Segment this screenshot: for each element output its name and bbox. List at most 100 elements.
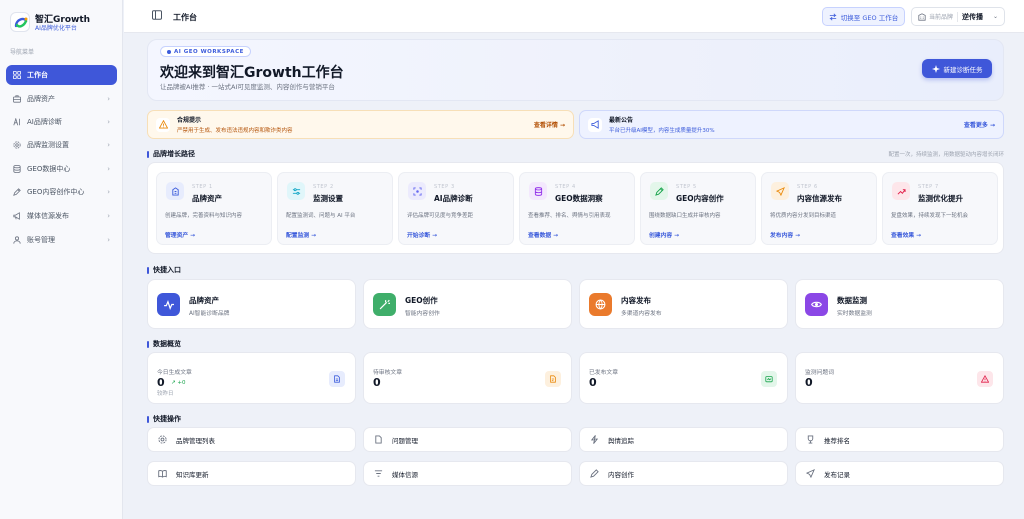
- notice-title: 最新公告: [609, 117, 634, 124]
- pen-icon: [650, 182, 668, 200]
- quick-action-button[interactable]: 舆情追踪: [579, 427, 788, 452]
- sidebar-item-geo-data[interactable]: GEO数据中心 ›: [6, 159, 117, 179]
- building-icon: [166, 182, 184, 200]
- sidebar-item-label: GEO数据中心: [27, 165, 71, 173]
- stat-value: 0: [805, 376, 813, 389]
- hero-tag: AI GEO WORKSPACE: [160, 46, 251, 57]
- announcement-notice: 最新公告平台已升级AI模型，内容生成质量提升30% 查看更多 →: [579, 110, 1004, 139]
- stat-value: 0: [373, 376, 381, 389]
- sidebar-item-label: 品牌资产: [27, 95, 55, 103]
- step-link[interactable]: 管理资产 →: [165, 230, 195, 239]
- quick-entry-card[interactable]: 内容发布 多渠道内容发布: [579, 279, 788, 329]
- briefcase-icon: [13, 95, 21, 103]
- quick-entry-desc: 智能内容创作: [405, 311, 440, 317]
- step-desc: 复盘效果，持续发现下一轮机会: [891, 213, 969, 219]
- sidebar-item-account[interactable]: 账号管理 ›: [6, 230, 117, 250]
- quick-action-button[interactable]: 内容创作: [579, 461, 788, 486]
- sidebar-item-ai-diagnosis[interactable]: AI品牌诊断 ›: [6, 112, 117, 132]
- step-title: 内容信源发布: [797, 194, 842, 203]
- step-link[interactable]: 配置监测 →: [286, 230, 316, 239]
- hero-subtitle: 让品牌被AI推荐 · 一站式AI可见度监测、内容创作与营销平台: [160, 83, 335, 91]
- growth-step-card[interactable]: STEP 3 AI品牌诊断 评估品牌可见度与竞争差距 开始诊断 →: [398, 172, 514, 245]
- chevron-right-icon: ›: [107, 141, 110, 149]
- megaphone-icon: [13, 212, 20, 220]
- step-desc: 评估品牌可见度与竞争差距: [407, 213, 474, 219]
- sidebar-item-workbench[interactable]: 工作台: [6, 65, 117, 85]
- step-desc: 创建品牌，完善资料与知识内容: [165, 213, 243, 219]
- step-number: STEP 5: [676, 184, 697, 190]
- switch-geo-workspace-button[interactable]: 切换至 GEO 工作台: [822, 7, 905, 26]
- section-title-overview: 数据概览: [147, 339, 181, 349]
- step-link[interactable]: 开始诊断 →: [407, 230, 437, 239]
- send-icon: [771, 182, 789, 200]
- trophy-icon: [807, 435, 814, 444]
- brand-select-value: 逆传播: [957, 11, 983, 22]
- stat-value: 0: [157, 376, 165, 389]
- book-icon: [158, 470, 167, 478]
- step-number: STEP 3: [434, 184, 455, 190]
- step-link[interactable]: 发布内容 →: [770, 230, 800, 239]
- switch-geo-workspace-label: 切换至 GEO 工作台: [840, 13, 899, 22]
- step-number: STEP 7: [918, 184, 939, 190]
- quick-entry-card[interactable]: 数据监测 实时数据监测: [795, 279, 1004, 329]
- growth-step-card[interactable]: STEP 2 监测设置 配置监测词、问题与 AI 平台 配置监测 →: [277, 172, 393, 245]
- file-icon: [375, 435, 382, 444]
- quick-action-button[interactable]: 推荐排名: [795, 427, 1004, 452]
- quick-entry-card[interactable]: 品牌资产 AI智能诊断品牌: [147, 279, 356, 329]
- sidebar-item-geo-content[interactable]: GEO内容创作中心 ›: [6, 182, 117, 202]
- quick-action-button[interactable]: 知识库更新: [147, 461, 356, 486]
- growth-step-card[interactable]: STEP 5 GEO内容创作 围绕数据缺口生成并审核内容 创建内容 →: [640, 172, 756, 245]
- step-link[interactable]: 创建内容 →: [649, 230, 679, 239]
- growth-step-card[interactable]: STEP 6 内容信源发布 将优质内容分发到目标渠道 发布内容 →: [761, 172, 877, 245]
- stat-card: 待审核文章 0: [363, 352, 572, 404]
- chevron-right-icon: ›: [107, 188, 110, 196]
- pending-document-icon: [545, 371, 561, 387]
- step-link[interactable]: 查看数据 →: [528, 230, 558, 239]
- path-note: 配置一次，持续监测，用数据驱动内容增长闭环: [888, 152, 1004, 158]
- quick-action-button[interactable]: 发布记录: [795, 461, 1004, 486]
- switch-icon: [829, 13, 836, 20]
- stat-card: 今日生成文章 0 ↗ +0 较昨日: [147, 352, 356, 404]
- section-title-quick: 快捷入口: [147, 265, 181, 275]
- view-more-link[interactable]: 查看更多 →: [964, 120, 995, 129]
- filter-icon: [374, 470, 383, 477]
- sidebar-item-label: GEO内容创作中心: [27, 188, 85, 196]
- pen-icon: [13, 188, 21, 196]
- view-details-link[interactable]: 查看详情 →: [534, 120, 565, 129]
- sidebar-item-monitor-settings[interactable]: 品牌监测设置 ›: [6, 135, 117, 155]
- quick-action-label: 发布记录: [824, 470, 850, 479]
- section-title-label: 品牌增长路径: [153, 150, 195, 158]
- sidebar-toggle-icon[interactable]: [152, 10, 162, 20]
- globe-icon: [589, 293, 612, 316]
- new-diagnosis-button[interactable]: 新建诊断任务: [922, 59, 992, 78]
- compliance-notice: 合规提示 严禁用于生成、发布违法违规内容和欺诈类内容 查看详情 →: [147, 110, 574, 139]
- step-title: 监测设置: [313, 194, 343, 203]
- quick-action-label: 媒体信源: [392, 470, 418, 479]
- sidebar-item-brand-assets[interactable]: 品牌资产 ›: [6, 89, 117, 109]
- quick-entry-card[interactable]: GEO创作 智能内容创作: [363, 279, 572, 329]
- section-title-label: 快捷入口: [153, 266, 181, 274]
- growth-step-card[interactable]: STEP 1 品牌资产 创建品牌，完善资料与知识内容 管理资产 →: [156, 172, 272, 245]
- quick-action-button[interactable]: 问题管理: [363, 427, 572, 452]
- document-icon: [329, 371, 345, 387]
- growth-step-card[interactable]: STEP 7 监测优化提升 复盘效果，持续发现下一轮机会 查看效果 →: [882, 172, 998, 245]
- step-link[interactable]: 查看效果 →: [891, 230, 921, 239]
- trend-up-icon: [892, 182, 910, 200]
- quick-action-button[interactable]: 媒体信源: [363, 461, 572, 486]
- sidebar-item-media-publish[interactable]: 媒体信源发布 ›: [6, 206, 117, 226]
- step-desc: 查看推荐、排名、舆情与引用表现: [528, 213, 611, 219]
- quick-action-label: 品牌管理列表: [176, 436, 215, 445]
- alert-icon: [977, 371, 993, 387]
- gear-icon: [13, 141, 21, 149]
- quick-action-button[interactable]: 品牌管理列表: [147, 427, 356, 452]
- section-title-label: 快捷操作: [153, 415, 181, 423]
- brand-select[interactable]: 当前品牌 逆传播 ⌄: [911, 7, 1005, 26]
- sidebar-item-label: AI品牌诊断: [27, 118, 62, 126]
- step-title: 监测优化提升: [918, 194, 963, 203]
- step-number: STEP 1: [192, 184, 213, 190]
- quick-entry-title: 数据监测: [837, 296, 867, 305]
- hero-tag-label: AI GEO WORKSPACE: [174, 48, 244, 55]
- growth-step-card[interactable]: STEP 4 GEO数据洞察 查看推荐、排名、舆情与引用表现 查看数据 →: [519, 172, 635, 245]
- notice-desc: 平台已升级AI模型，内容生成质量提升30%: [609, 128, 715, 134]
- quick-entry-title: GEO创作: [405, 296, 438, 305]
